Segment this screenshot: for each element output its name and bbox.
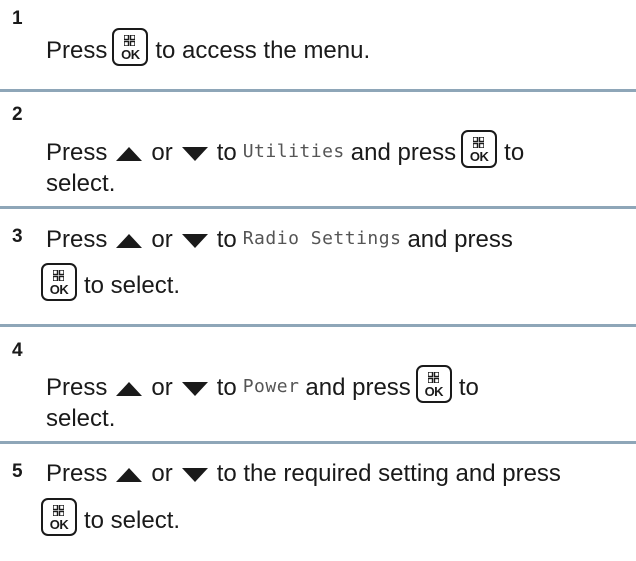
- step-text: Press or to Power and press OK to: [46, 365, 479, 403]
- step-5: 5 Press or to the required setting and p…: [0, 444, 636, 561]
- step-text-cont: OK to select.: [41, 263, 180, 301]
- step-text: Press or to Utilities and press OK to: [46, 130, 524, 168]
- menu-ok-key-icon: OK: [461, 130, 498, 168]
- menu-ok-key-icon: OK: [41, 263, 77, 301]
- step-1: 1 Press OK to access the menu.: [0, 0, 636, 78]
- up-arrow-icon: [116, 234, 143, 248]
- step-number: 3: [12, 226, 23, 247]
- step-number: 2: [12, 104, 23, 125]
- down-arrow-icon: [181, 382, 208, 396]
- menu-ok-key-icon: OK: [415, 365, 452, 403]
- menu-item-name: Power: [242, 376, 300, 397]
- step-text-cont: OK to select.: [41, 498, 180, 536]
- menu-ok-key-icon: OK: [41, 498, 77, 536]
- step-text-cont: select.: [46, 405, 116, 432]
- down-arrow-icon: [181, 234, 208, 248]
- step-2: 2 Press or to Utilities and press OK to …: [0, 92, 636, 204]
- menu-item-name: Radio Settings: [242, 228, 402, 249]
- step-number: 4: [12, 340, 23, 361]
- step-3: 3 Press or to Radio Settings and press O…: [0, 209, 636, 322]
- up-arrow-icon: [116, 468, 143, 482]
- down-arrow-icon: [181, 147, 208, 161]
- up-arrow-icon: [116, 382, 143, 396]
- step-text: Press or to the required setting and pre…: [46, 460, 561, 487]
- menu-ok-key-icon: OK: [112, 28, 149, 66]
- up-arrow-icon: [116, 147, 143, 161]
- step-text: Press OK to access the menu.: [46, 28, 370, 66]
- step-number: 5: [12, 461, 23, 482]
- step-text: Press or to Radio Settings and press: [46, 226, 513, 253]
- step-number: 1: [12, 8, 23, 29]
- down-arrow-icon: [181, 468, 208, 482]
- step-text-cont: select.: [46, 170, 116, 197]
- step-4: 4 Press or to Power and press OK to sele…: [0, 327, 636, 440]
- menu-item-name: Utilities: [242, 141, 345, 162]
